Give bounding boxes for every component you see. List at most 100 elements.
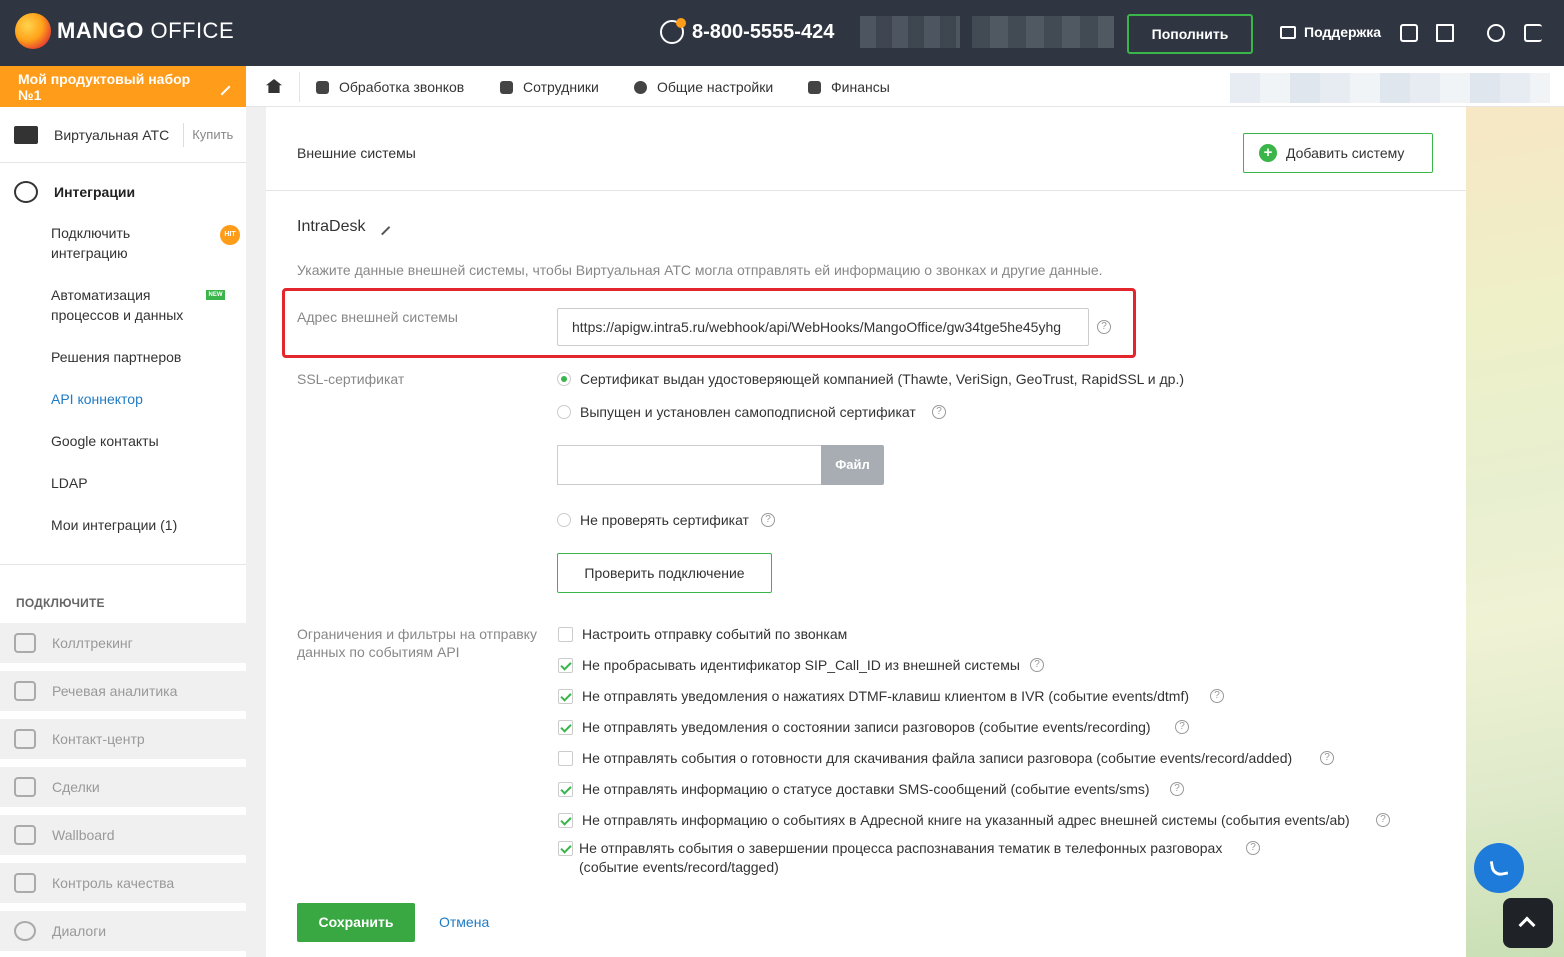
help-icon[interactable]: ? — [1097, 320, 1111, 334]
logo-text-light: OFFICE — [150, 18, 235, 43]
users-icon — [500, 80, 513, 94]
support-label: Поддержка — [1304, 24, 1382, 40]
sidebar-item-google-contacts[interactable]: Google контакты — [51, 431, 159, 451]
connect-item-label: Контакт-центр — [52, 731, 145, 747]
filter-label: Не отправлять события о готовности для с… — [582, 750, 1293, 766]
ssl-label: SSL-сертификат — [297, 371, 405, 387]
connect-item-label: Сделки — [52, 779, 100, 795]
tab-finance[interactable]: Финансы — [808, 79, 890, 95]
system-name-text: IntraDesk — [297, 218, 366, 235]
headset-icon — [660, 18, 686, 44]
sidebar-item-partner-solutions[interactable]: Решения партнеров — [51, 347, 181, 367]
connect-item-label: Контроль качества — [52, 875, 175, 891]
filter-checkbox[interactable] — [558, 720, 573, 735]
hit-badge: HIT — [220, 225, 240, 245]
check-connection-button[interactable]: Проверить подключение — [557, 553, 772, 593]
tab-call-processing[interactable]: Обработка звонков — [316, 79, 464, 95]
support-link[interactable]: Поддержка — [1280, 24, 1381, 40]
virtual-pbx-label: Виртуальная АТС — [54, 126, 170, 143]
tab-general-settings[interactable]: Общие настройки — [634, 79, 773, 95]
sidebar-item-connect-integration[interactable]: Подключить интеграцию — [51, 223, 130, 263]
filter-checkbox[interactable] — [558, 658, 573, 673]
filter-checkbox[interactable] — [558, 782, 573, 797]
profile-icon[interactable] — [1487, 24, 1505, 42]
buy-link[interactable]: Купить — [192, 127, 233, 142]
hint-text: Укажите данные внешней системы, чтобы Ви… — [297, 262, 1103, 278]
logo-text-bold: MANGO — [57, 18, 144, 43]
help-icon[interactable]: ? — [1030, 658, 1044, 672]
divider — [183, 122, 185, 147]
help-icon[interactable]: ? — [932, 405, 946, 419]
integrations-icon — [14, 181, 38, 203]
tab-employees[interactable]: Сотрудники — [500, 79, 599, 95]
ssl-radio-no-check[interactable] — [557, 513, 571, 527]
topup-button[interactable]: Пополнить — [1127, 14, 1253, 54]
sidebar-item-automation[interactable]: Автоматизация процессов и данных — [51, 285, 183, 325]
sidebar-item-calltracking[interactable]: Коллтрекинг — [0, 623, 246, 663]
sidebar-item-quality-control[interactable]: Контроль качества — [0, 863, 246, 903]
certificate-file-input[interactable] — [557, 445, 822, 485]
blurred-balance-info — [972, 16, 1114, 48]
system-name: IntraDesk — [297, 218, 391, 236]
help-icon[interactable]: ? — [761, 513, 775, 527]
help-icon[interactable]: ? — [1210, 689, 1224, 703]
sidebar-item-deals[interactable]: Сделки — [0, 767, 246, 807]
filter-label: Не отправлять уведомления о нажатиях DTM… — [582, 688, 1190, 704]
filter-checkbox[interactable] — [558, 841, 573, 856]
filter-checkbox[interactable] — [558, 689, 573, 704]
help-icon[interactable]: ? — [1170, 782, 1184, 796]
gear-icon — [634, 80, 647, 94]
pencil-icon[interactable] — [375, 219, 391, 235]
sidebar-item-label: Автоматизация процессов и данных — [51, 287, 184, 323]
connect-item-label: Диалоги — [52, 923, 107, 939]
sidebar-section-integrations[interactable]: Интеграции — [0, 163, 246, 221]
content-gutter — [246, 107, 266, 957]
integrations-label: Интеграции — [54, 184, 136, 200]
filters-label: Ограничения и фильтры на отправку данных… — [297, 626, 537, 660]
connect-item-label: Коллтрекинг — [52, 635, 133, 651]
sidebar-item-my-integrations[interactable]: Мои интеграции (1) — [51, 515, 177, 535]
help-icon[interactable]: ? — [1175, 720, 1189, 734]
monitor-icon[interactable] — [1400, 24, 1418, 42]
pbx-icon — [14, 125, 38, 144]
home-icon[interactable] — [266, 79, 282, 93]
file-button[interactable]: Файл — [821, 445, 884, 485]
help-icon[interactable]: ? — [1376, 813, 1390, 827]
mango-office-logo[interactable]: MANGO OFFICE — [15, 13, 234, 49]
book-icon[interactable] — [1436, 24, 1454, 42]
sidebar-item-wallboard[interactable]: Wallboard — [0, 815, 246, 855]
sidebar-item-ldap[interactable]: LDAP — [51, 473, 88, 493]
sidebar-item-api-connector[interactable]: API коннектор — [51, 389, 143, 409]
filter-checkbox[interactable] — [558, 627, 573, 642]
main-nav: Обработка звонков Сотрудники Общие настр… — [246, 66, 1564, 107]
filter-checkbox[interactable] — [558, 813, 573, 828]
sidebar-item-virtual-pbx[interactable]: Виртуальная АТС Купить — [0, 107, 246, 163]
add-system-label: Добавить систему — [1286, 145, 1405, 161]
phone-number-text: 8-800-5555-424 — [692, 20, 835, 43]
sidebar-item-dialogs[interactable]: Диалоги — [0, 911, 246, 951]
logout-icon[interactable] — [1524, 24, 1542, 42]
help-icon[interactable]: ? — [1320, 751, 1334, 765]
help-icon[interactable]: ? — [1246, 841, 1260, 855]
scroll-top-button[interactable] — [1503, 898, 1553, 948]
filter-checkbox[interactable] — [558, 751, 573, 766]
call-button[interactable] — [1474, 843, 1524, 893]
ssl-radio-self-signed[interactable] — [557, 405, 571, 419]
tab-label: Общие настройки — [657, 79, 774, 95]
product-set-bar[interactable]: Мой продуктовый набор №1 — [0, 66, 246, 107]
pencil-icon[interactable] — [213, 78, 231, 95]
divider — [0, 564, 246, 565]
filter-label-continued: (событие events/record/tagged) — [579, 859, 779, 875]
address-input[interactable] — [557, 308, 1089, 346]
sidebar-item-contact-center[interactable]: Контакт-центр — [0, 719, 246, 759]
ssl-radio-trusted[interactable] — [557, 372, 571, 386]
sidebar-item-label: Подключить интеграцию — [51, 225, 131, 261]
main-content: Внешние системы + Добавить систему Intra… — [266, 107, 1466, 957]
phone-number[interactable]: 8-800-5555-424 — [660, 18, 835, 44]
add-system-button[interactable]: + Добавить систему — [1243, 133, 1433, 173]
cancel-link[interactable]: Отмена — [439, 914, 489, 930]
tab-label: Обработка звонков — [339, 79, 465, 95]
sidebar-item-speech-analytics[interactable]: Речевая аналитика — [0, 671, 246, 711]
ssl-option-label: Выпущен и установлен самоподписной серти… — [580, 404, 916, 420]
save-button[interactable]: Сохранить — [297, 903, 415, 942]
